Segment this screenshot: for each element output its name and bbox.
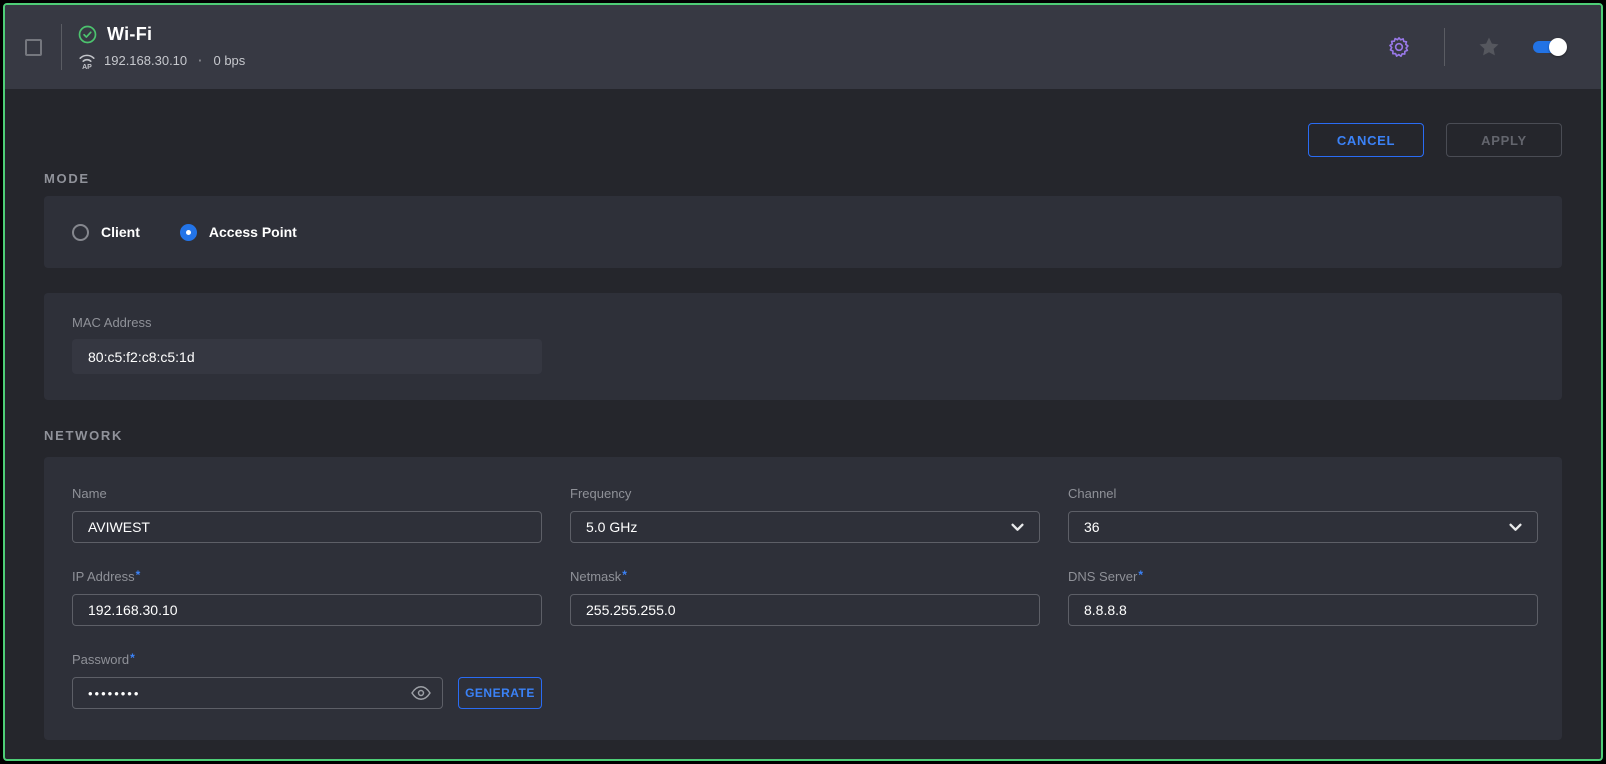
netmask-label: Netmask <box>570 569 621 584</box>
netmask-input[interactable] <box>570 594 1040 626</box>
settings-form: CANCEL APPLY MODE Client Access Point MA… <box>5 123 1601 740</box>
form-actions: CANCEL APPLY <box>44 123 1562 157</box>
ip-address-label: IP Address <box>72 569 135 584</box>
required-marker: * <box>622 568 627 582</box>
header-actions <box>1386 28 1601 66</box>
form-field-ip-address: IP Address* <box>72 568 542 626</box>
channel-select[interactable]: 36 <box>1068 511 1538 543</box>
radio-access-point-icon[interactable] <box>180 224 197 241</box>
wifi-settings-panel: Wi-Fi AP 192.168.30.10 · 0 bps <box>3 3 1603 761</box>
required-marker: * <box>1138 568 1143 582</box>
gear-icon[interactable] <box>1386 34 1412 60</box>
channel-label: Channel <box>1068 486 1116 501</box>
wifi-ap-icon: AP <box>78 50 96 70</box>
radio-client-label: Client <box>101 224 140 240</box>
star-icon[interactable] <box>1477 35 1501 59</box>
chevron-down-icon <box>1011 523 1024 532</box>
checkbox-column <box>5 39 61 56</box>
toggle-knob <box>1549 38 1567 56</box>
ip-address-input[interactable] <box>72 594 542 626</box>
radio-access-point-label: Access Point <box>209 224 297 240</box>
check-circle-icon <box>78 25 97 44</box>
mac-card: MAC Address 80:c5:f2:c8:c5:1d <box>44 293 1562 400</box>
header-divider <box>1444 28 1445 66</box>
required-marker: * <box>130 651 135 665</box>
password-input[interactable] <box>72 677 443 709</box>
mode-card: Client Access Point <box>44 196 1562 268</box>
mac-address-label: MAC Address <box>72 315 1534 330</box>
chevron-down-icon <box>1509 523 1522 532</box>
name-label: Name <box>72 486 107 501</box>
form-field-name: Name <box>72 485 542 543</box>
dns-server-input[interactable] <box>1068 594 1538 626</box>
title-block: Wi-Fi AP 192.168.30.10 · 0 bps <box>78 24 245 70</box>
form-field-channel: Channel 36 <box>1068 485 1538 543</box>
required-marker: * <box>136 568 141 582</box>
mode-section-label: MODE <box>44 171 1562 186</box>
form-field-dns-server: DNS Server* <box>1068 568 1538 626</box>
form-field-frequency: Frequency 5.0 GHz <box>570 485 1040 543</box>
eye-icon[interactable] <box>410 682 432 704</box>
device-ip: 192.168.30.10 <box>104 53 187 68</box>
header-bar: Wi-Fi AP 192.168.30.10 · 0 bps <box>5 5 1601 89</box>
frequency-label: Frequency <box>570 486 631 501</box>
mode-option-client[interactable]: Client <box>72 224 140 241</box>
generate-button[interactable]: GENERATE <box>458 677 542 709</box>
password-input-wrap <box>72 677 443 709</box>
apply-button[interactable]: APPLY <box>1446 123 1562 157</box>
dns-server-label: DNS Server <box>1068 569 1137 584</box>
radio-client-icon[interactable] <box>72 224 89 241</box>
bitrate: 0 bps <box>213 53 245 68</box>
page-title: Wi-Fi <box>107 24 152 45</box>
frequency-select[interactable]: 5.0 GHz <box>570 511 1040 543</box>
network-card: Name Frequency 5.0 GHz Channel 36 <box>44 457 1562 740</box>
name-input[interactable] <box>72 511 542 543</box>
empty-cell <box>1068 651 1538 709</box>
enable-toggle[interactable] <box>1533 41 1565 53</box>
channel-value: 36 <box>1084 519 1100 535</box>
mac-address-value: 80:c5:f2:c8:c5:1d <box>72 339 542 374</box>
cancel-button[interactable]: CANCEL <box>1308 123 1424 157</box>
network-section-label: NETWORK <box>44 428 1562 443</box>
header-divider <box>61 24 62 70</box>
mode-option-access-point[interactable]: Access Point <box>180 224 297 241</box>
select-checkbox[interactable] <box>25 39 42 56</box>
password-label: Password <box>72 652 129 667</box>
svg-text:AP: AP <box>82 64 92 70</box>
empty-cell <box>570 651 1040 709</box>
frequency-value: 5.0 GHz <box>586 519 637 535</box>
form-field-netmask: Netmask* <box>570 568 1040 626</box>
form-field-password: Password* GENERATE <box>72 651 542 709</box>
dot-separator: · <box>198 53 202 68</box>
